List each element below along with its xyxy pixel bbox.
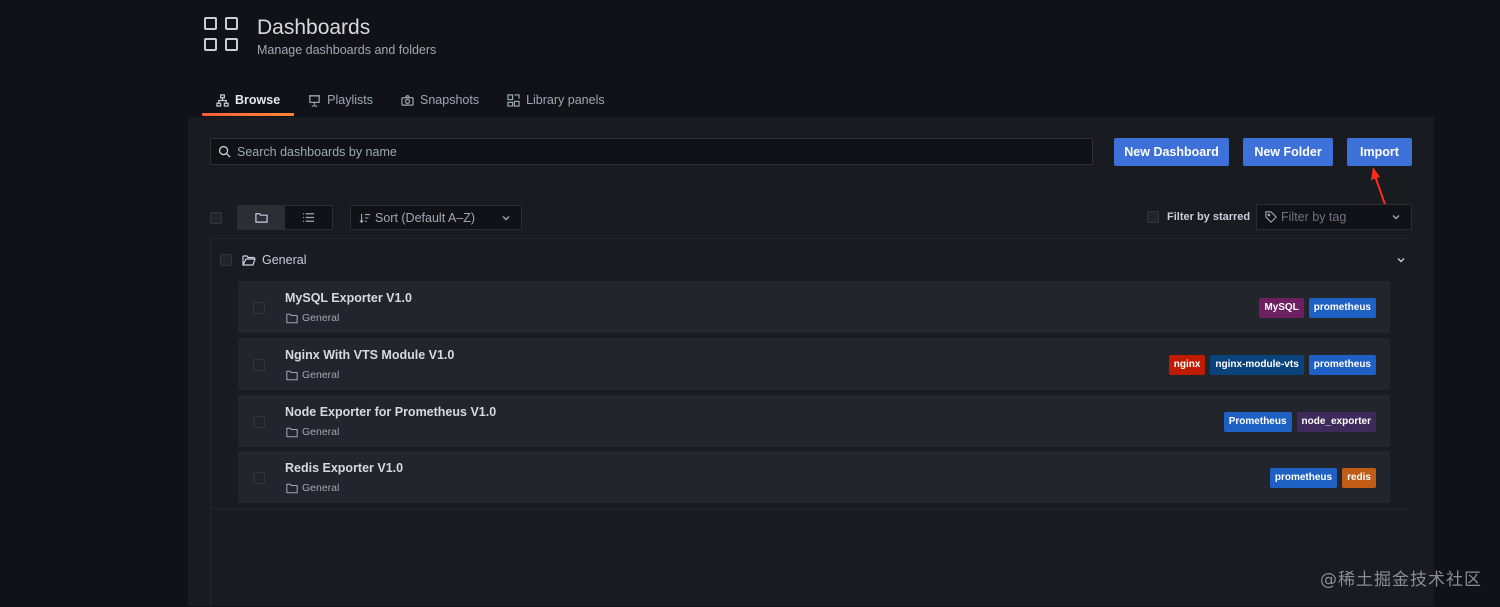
dashboard-checkbox[interactable] [253,416,265,428]
dashboard-row[interactable]: Redis Exporter V1.0 General prometheus r… [238,451,1390,503]
new-dashboard-button[interactable]: New Dashboard [1114,138,1229,166]
folder-open-icon [242,255,256,266]
page-title: Dashboards [257,16,371,39]
dashboard-location: General [286,312,339,324]
tag-badge[interactable]: redis [1342,468,1376,488]
tag-badge[interactable]: Prometheus [1223,412,1292,432]
dashboard-title[interactable]: Redis Exporter V1.0 [285,461,403,475]
tab-browse-label: Browse [235,93,281,107]
dashboard-checkbox[interactable] [253,359,265,371]
folder-icon [286,313,298,323]
tag-badge[interactable]: prometheus [1269,468,1338,488]
list-view-button[interactable] [285,206,332,229]
tab-playlists[interactable]: Playlists [294,86,387,114]
dashboard-folder-name: General [302,312,340,324]
tag-badge[interactable]: prometheus [1308,355,1376,375]
tag-list: Prometheus node_exporter [1223,412,1376,432]
dashboard-location: General [286,369,339,381]
watermark: @稀土掘金技术社区 [1320,570,1482,590]
tag-badge[interactable]: MySQL [1259,298,1304,318]
folder-icon [286,483,298,493]
tag-badge[interactable]: nginx-module-vts [1210,355,1304,375]
tab-library-panels[interactable]: Library panels [493,86,619,114]
view-mode-toggle [237,205,333,230]
dashboard-title[interactable]: Nginx With VTS Module V1.0 [285,348,454,362]
dashboard-location: General [286,426,339,438]
dashboard-checkbox[interactable] [253,472,265,484]
tag-badge[interactable]: prometheus [1308,298,1376,318]
chevron-down-icon [1392,215,1400,220]
page-subtitle: Manage dashboards and folders [257,43,437,57]
tab-library-panels-label: Library panels [526,93,605,107]
dashboard-row[interactable]: MySQL Exporter V1.0 General MySQL promet… [238,281,1390,333]
camera-icon [401,94,414,106]
tag-icon [1265,211,1277,223]
dashboard-location: General [286,482,339,494]
dashboard-row[interactable]: Nginx With VTS Module V1.0 General nginx… [238,338,1390,390]
chevron-down-icon [502,215,510,220]
tag-list: nginx nginx-module-vts prometheus [1168,355,1376,375]
folder-icon [286,370,298,380]
tag-badge[interactable]: node_exporter [1296,412,1376,432]
list-divider [210,508,1412,509]
folder-view-button[interactable] [238,206,285,229]
search-input[interactable] [235,143,1092,160]
sort-select[interactable]: Sort (Default A–Z) [350,205,522,230]
tag-filter-placeholder: Filter by tag [1281,210,1347,224]
dashboard-title[interactable]: MySQL Exporter V1.0 [285,291,412,305]
tab-playlists-label: Playlists [327,93,373,107]
dashboard-title[interactable]: Node Exporter for Prometheus V1.0 [285,405,496,419]
search-box[interactable] [210,138,1093,165]
tab-snapshots[interactable]: Snapshots [387,86,493,114]
folder-checkbox[interactable] [220,254,232,266]
chevron-down-icon[interactable] [1396,255,1406,265]
search-icon [218,145,231,158]
dashboard-checkbox[interactable] [253,302,265,314]
tag-list: MySQL prometheus [1259,298,1376,318]
folder-row-general[interactable]: General [220,250,1405,270]
sort-icon [359,213,371,223]
select-all-checkbox[interactable] [210,212,222,224]
sort-label: Sort (Default A–Z) [375,210,476,225]
dashboard-folder-name: General [302,482,340,494]
folder-name: General [262,253,307,267]
tag-list: prometheus redis [1269,468,1376,488]
dashboard-row[interactable]: Node Exporter for Prometheus V1.0 Genera… [238,395,1390,447]
tab-bar: Browse Playlists Snapshots Library panel… [202,86,619,116]
tab-browse[interactable]: Browse [202,86,295,116]
dashboards-grid-icon [204,17,240,53]
library-panel-icon [507,93,520,107]
tab-snapshots-label: Snapshots [420,93,480,107]
dashboard-folder-name: General [302,369,340,381]
folder-icon [255,213,268,223]
sitemap-icon [216,93,229,107]
filter-starred-checkbox[interactable] [1147,211,1159,223]
presentation-icon [309,94,321,107]
tag-filter-select[interactable]: Filter by tag [1256,204,1412,230]
import-button[interactable]: Import [1347,138,1412,166]
new-folder-button[interactable]: New Folder [1243,138,1333,166]
folder-icon [286,427,298,437]
dashboard-folder-name: General [302,426,340,438]
list-icon [302,213,315,222]
tag-badge[interactable]: nginx [1168,355,1206,375]
filter-starred-label: Filter by starred [1167,211,1251,223]
